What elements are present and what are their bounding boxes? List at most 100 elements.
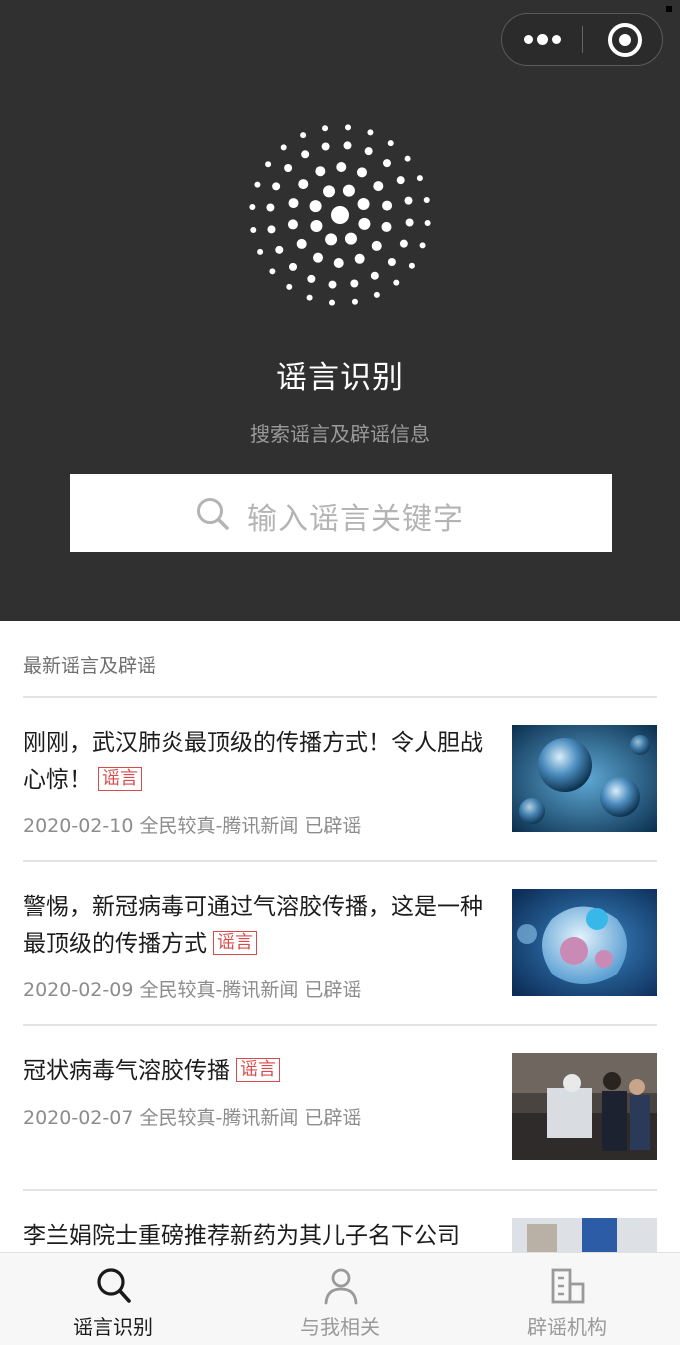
- search-icon: [197, 498, 229, 530]
- article-thumbnail: [512, 1218, 657, 1252]
- logo-dot: [322, 125, 329, 132]
- rumor-badge: 谣言: [236, 1058, 280, 1082]
- logo-dot: [288, 198, 299, 209]
- logo-dot: [387, 140, 394, 147]
- logo-dot: [344, 124, 351, 131]
- search-placeholder: 输入谣言关键字: [247, 502, 464, 537]
- logo-dot: [289, 262, 298, 271]
- logo-dot: [300, 132, 307, 139]
- logo-dot: [266, 203, 275, 212]
- logo-dot: [306, 294, 313, 301]
- tab-bar: 谣言识别 与我相关 辟谣机构: [0, 1252, 680, 1345]
- article-title-text: 冠状病毒气溶胶传播: [23, 1058, 230, 1084]
- logo-dot: [424, 219, 431, 226]
- building-icon: [551, 1268, 585, 1304]
- logo-dot: [280, 144, 287, 151]
- article-item[interactable]: 刚刚，武汉肺炎最顶级的传播方式！令人胆战心惊！ 谣言 2020-02-10 全民较…: [23, 725, 657, 865]
- rumor-badge: 谣言: [213, 931, 257, 955]
- logo-dot: [325, 233, 338, 246]
- article-thumbnail: [512, 1053, 657, 1160]
- logo-dot: [408, 262, 415, 269]
- tab-label: 与我相关: [300, 1315, 380, 1339]
- logo-dot: [373, 291, 380, 298]
- logo-dot: [351, 298, 358, 305]
- tab-related-to-me[interactable]: 与我相关: [227, 1253, 453, 1345]
- app-logo-icon: [249, 124, 431, 306]
- dot-icon: [552, 35, 561, 44]
- logo-dot: [272, 182, 281, 191]
- logo-dot: [296, 238, 307, 249]
- article-item[interactable]: 李兰娟院士重磅推荐新药为其儿子名下公司: [23, 1218, 657, 1252]
- article-meta: 2020-02-10 全民较真-腾讯新闻 已辟谣: [23, 815, 362, 837]
- header: 谣言识别 搜索谣言及辟谣信息 输入谣言关键字: [0, 0, 680, 621]
- page-title: 谣言识别: [276, 360, 404, 396]
- logo-dot: [405, 218, 414, 227]
- logo-dot: [301, 150, 310, 159]
- logo-dot: [371, 240, 382, 251]
- logo-dot: [257, 248, 264, 255]
- logo-dot: [382, 159, 391, 168]
- article-title: 刚刚，武汉肺炎最顶级的传播方式！令人胆战心惊！ 谣言: [23, 725, 493, 799]
- search-icon: [97, 1268, 131, 1303]
- logo-dot: [321, 142, 330, 151]
- logo-dot: [309, 200, 322, 213]
- logo-dot: [269, 268, 276, 275]
- corner-mark: [666, 6, 672, 12]
- logo-dot: [310, 219, 323, 232]
- logo-dot: [267, 225, 276, 234]
- logo-dot: [356, 167, 367, 178]
- logo-dot: [423, 197, 430, 204]
- logo-dot: [287, 219, 298, 230]
- page-subtitle: 搜索谣言及辟谣信息: [250, 422, 430, 446]
- tab-label: 辟谣机构: [527, 1315, 607, 1339]
- logo-dot: [419, 242, 426, 249]
- logo-dot: [249, 204, 256, 211]
- logo-dot: [313, 252, 324, 263]
- logo-dot: [329, 299, 336, 306]
- logo-dot: [354, 253, 365, 264]
- divider: [23, 1189, 657, 1191]
- article-item[interactable]: 警惕，新冠病毒可通过气溶胶传播，这是一种最顶级的传播方式 谣言 2020-02-0…: [23, 889, 657, 1029]
- dot-icon: [524, 35, 533, 44]
- logo-dot: [399, 239, 408, 248]
- search-input[interactable]: 输入谣言关键字: [70, 474, 612, 552]
- divider: [23, 696, 657, 698]
- logo-dot: [416, 175, 423, 182]
- logo-dot: [357, 198, 370, 211]
- logo-dot: [404, 155, 411, 162]
- section-title: 最新谣言及辟谣: [23, 655, 157, 677]
- divider: [23, 860, 657, 862]
- tab-debunk-institutions[interactable]: 辟谣机构: [454, 1253, 680, 1345]
- logo-dot: [286, 283, 293, 290]
- target-icon-core: [619, 34, 631, 46]
- rumor-badge: 谣言: [98, 767, 142, 791]
- article-meta: 2020-02-07 全民较真-腾讯新闻 已辟谣: [23, 1107, 362, 1129]
- tab-rumor-identify[interactable]: 谣言识别: [0, 1253, 226, 1345]
- logo-dot: [315, 166, 326, 177]
- logo-dot: [254, 181, 261, 188]
- logo-dot: [343, 141, 352, 150]
- logo-dot: [396, 176, 405, 185]
- article-title: 冠状病毒气溶胶传播 谣言: [23, 1053, 493, 1090]
- article-title-text: 李兰娟院士重磅推荐新药为其儿子名下公司: [23, 1223, 460, 1249]
- tab-label: 谣言识别: [73, 1315, 153, 1339]
- logo-dot: [307, 274, 316, 283]
- article-item[interactable]: 冠状病毒气溶胶传播 谣言 2020-02-07 全民较真-腾讯新闻 已辟谣: [23, 1053, 657, 1193]
- article-meta: 2020-02-09 全民较真-腾讯新闻 已辟谣: [23, 979, 362, 1001]
- close-mini-program-button[interactable]: [583, 14, 663, 65]
- article-title-text: 刚刚，武汉肺炎最顶级的传播方式！令人胆战心惊！: [23, 730, 483, 793]
- logo-dot: [404, 196, 413, 205]
- logo-dot: [387, 257, 396, 266]
- article-thumbnail: [512, 889, 657, 996]
- logo-dot: [275, 245, 284, 254]
- article-title: 警惕，新冠病毒可通过气溶胶传播，这是一种最顶级的传播方式 谣言: [23, 889, 493, 963]
- more-menu-button[interactable]: [502, 14, 582, 65]
- logo-dot: [358, 217, 371, 230]
- logo-dot: [328, 280, 337, 289]
- logo-dot: [284, 164, 293, 173]
- logo-dot: [370, 271, 379, 280]
- logo-dot: [342, 184, 355, 197]
- logo-dot: [333, 257, 344, 268]
- divider: [23, 1024, 657, 1026]
- article-thumbnail: [512, 725, 657, 832]
